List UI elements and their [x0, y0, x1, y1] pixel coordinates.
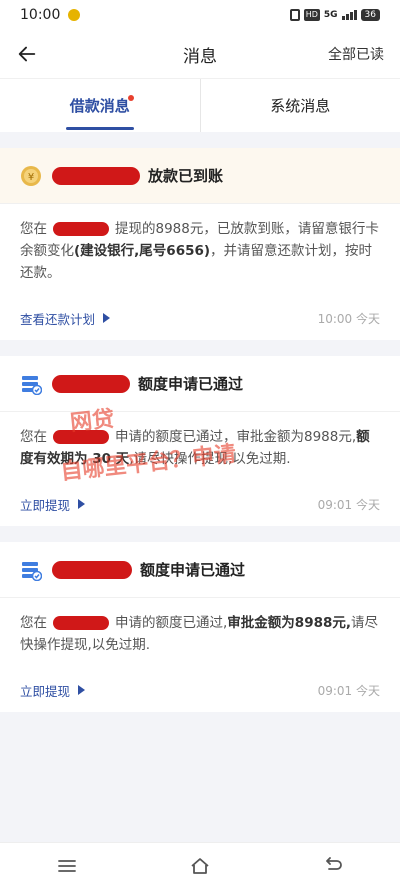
- redacted-name: [52, 374, 130, 393]
- message-list: ¥ 放款已到账 您在 提现的8988元，已放款到账，请留意银行卡余额变化(建设银行…: [0, 132, 400, 712]
- tab-label: 借款消息: [69, 97, 130, 115]
- triangle-right-icon: [103, 313, 111, 323]
- message-card[interactable]: 额度申请已通过 您在 申请的额度已通过,审批金额为8988元,请尽快操作提现,以免…: [0, 542, 400, 712]
- message-footer: 立即提现 09:01 今天: [0, 668, 400, 712]
- return-icon: [326, 856, 343, 870]
- redacted-platform: [53, 616, 109, 630]
- menu-icon: [57, 859, 76, 872]
- arrow-left-icon: [18, 46, 36, 62]
- navigation-bar: 消息 全部已读: [0, 30, 400, 78]
- back-button[interactable]: [16, 42, 40, 66]
- body-text: 您在: [20, 429, 47, 445]
- coin-icon: ¥: [21, 165, 41, 186]
- message-title: 额度申请已通过: [140, 561, 246, 579]
- body-bold-text: (建设银行,尾号6656): [74, 243, 211, 259]
- message-body: 您在 申请的额度已通过，审批金额为8988元,额度有效期为 30 天,请尽快操作提…: [0, 412, 400, 482]
- body-text: 申请的额度已通过，审批金额为8988元,: [115, 429, 357, 445]
- body-bold-text: 审批金额为8988元,: [227, 615, 351, 631]
- body-text: ,请尽快操作提现,以免过期.: [129, 451, 291, 467]
- message-card[interactable]: 额度申请已通过 您在 申请的额度已通过，审批金额为8988元,额度有效期为 30 …: [0, 356, 400, 526]
- quota-check-icon: [22, 561, 42, 581]
- message-footer: 查看还款计划 10:00 今天: [0, 296, 400, 340]
- signal-label: 5G: [323, 10, 338, 20]
- active-tab-indicator: [65, 127, 134, 130]
- unread-dot: [128, 95, 134, 101]
- battery-indicator: 36: [360, 9, 380, 21]
- body-text: 您在: [20, 221, 47, 237]
- quota-check-icon: [22, 375, 42, 395]
- status-bar: 10:00 HD 5G 36: [0, 0, 400, 30]
- notification-icon: [68, 9, 81, 21]
- message-time: 09:01 今天: [317, 497, 380, 512]
- tab-label: 系统消息: [270, 97, 331, 115]
- home-button[interactable]: [180, 851, 220, 881]
- tab-loan-messages[interactable]: 借款消息: [0, 79, 200, 132]
- message-header: ¥ 放款已到账: [0, 148, 400, 204]
- home-icon: [191, 857, 209, 874]
- tab-system-messages[interactable]: 系统消息: [201, 79, 400, 132]
- triangle-right-icon: [78, 499, 86, 509]
- body-text: 您在: [20, 615, 47, 631]
- withdraw-now-link[interactable]: 立即提现: [20, 681, 86, 700]
- message-header: 额度申请已通过: [0, 356, 400, 412]
- view-repayment-plan-link[interactable]: 查看还款计划: [20, 309, 111, 328]
- link-label: 查看还款计划: [20, 311, 96, 327]
- message-time: 09:01 今天: [317, 683, 380, 698]
- status-left: 10:00: [20, 7, 81, 23]
- message-body: 您在 申请的额度已通过,审批金额为8988元,请尽快操作提现,以免过期.: [0, 598, 400, 668]
- hd-badge: HD: [303, 9, 320, 21]
- link-label: 立即提现: [20, 497, 71, 513]
- redacted-name: [52, 560, 132, 579]
- system-navigation-bar: [0, 842, 400, 888]
- tab-bar: 借款消息 系统消息: [0, 78, 400, 132]
- redacted-platform: [53, 222, 109, 236]
- message-header: 额度申请已通过: [0, 542, 400, 598]
- menu-button[interactable]: [47, 851, 87, 881]
- message-time: 10:00 今天: [317, 311, 380, 326]
- link-label: 立即提现: [20, 683, 71, 699]
- mark-all-read-button[interactable]: 全部已读: [328, 44, 384, 64]
- vibrate-icon: [289, 9, 300, 21]
- message-card[interactable]: ¥ 放款已到账 您在 提现的8988元，已放款到账，请留意银行卡余额变化(建设银行…: [0, 148, 400, 340]
- message-footer: 立即提现 09:01 今天: [0, 482, 400, 526]
- redacted-name: [52, 166, 140, 185]
- message-body: 您在 提现的8988元，已放款到账，请留意银行卡余额变化(建设银行,尾号6656)…: [0, 204, 400, 296]
- status-right: HD 5G 36: [289, 9, 380, 21]
- message-title: 额度申请已通过: [138, 375, 244, 393]
- signal-bars-icon: [341, 10, 357, 20]
- withdraw-now-link[interactable]: 立即提现: [20, 495, 86, 514]
- message-title: 放款已到账: [148, 167, 224, 185]
- status-time: 10:00: [20, 7, 61, 23]
- system-back-button[interactable]: [313, 851, 353, 881]
- svg-text:¥: ¥: [28, 172, 34, 183]
- redacted-platform: [53, 430, 109, 444]
- triangle-right-icon: [78, 685, 86, 695]
- body-text: 申请的额度已通过,: [115, 615, 228, 631]
